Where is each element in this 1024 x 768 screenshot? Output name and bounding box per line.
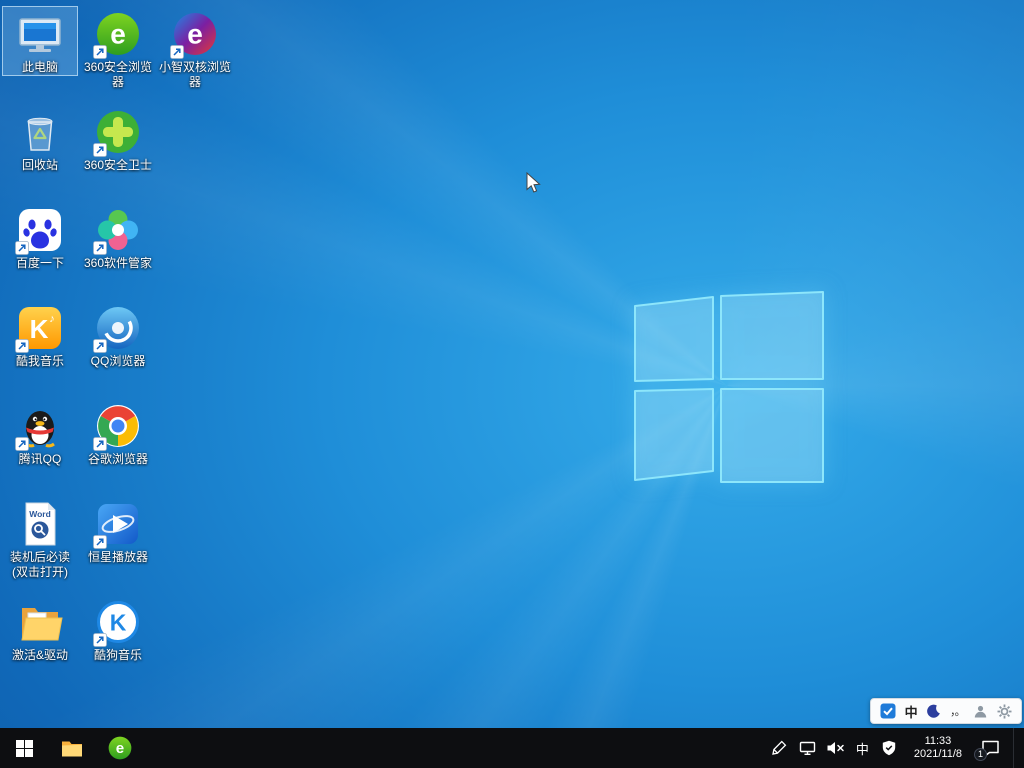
desktop-icon-label: 小智双核浏览器 [158,60,231,89]
desktop-icon-label: 回收站 [21,158,58,172]
pen-icon[interactable] [770,739,789,758]
setup-readme-icon: Word [16,500,64,548]
shortcut-arrow-icon [15,241,29,255]
desktop-icon-kuwo-music[interactable]: K ♪ 酷我音乐 [2,300,78,370]
gear-icon[interactable] [997,704,1012,719]
svg-text:e: e [187,19,203,50]
this-pc-icon [16,10,64,58]
shortcut-arrow-icon [15,437,29,451]
shortcut-arrow-icon [93,45,107,59]
desktop-icon-browser-360[interactable]: e 360安全浏览器 [80,6,156,91]
taskbar-clock[interactable]: 11:33 2021/11/8 [908,735,968,761]
desktop-icon-label: 恒星播放器 [87,550,148,564]
desktop-icon-grid: 此电脑 回收站 百度一下 K ♪ 酷我音乐 腾讯QQ Word 装机后必读(双击打开) 激活&驱动… [0,0,1024,728]
desktop-icon-label: 装机后必读(双击打开) [9,550,70,579]
person-icon[interactable] [973,704,988,719]
desktop-icon-activation-drivers[interactable]: 激活&驱动 [2,594,78,664]
zhixiao-browser-icon: e [170,10,219,59]
ime-punctuation[interactable]: ，。 [950,703,965,719]
ime-toolbar[interactable]: 中 ，。 [870,698,1022,724]
desktop-icon-this-pc[interactable]: 此电脑 [2,6,78,76]
system-tray: 中 11:33 2021/11/8 1 [770,728,1024,768]
tencent-qq-icon [15,402,64,451]
input-language-indicator[interactable]: 中 [854,739,871,758]
desktop-icon-label: 谷歌浏览器 [87,452,148,466]
desktop-icon-label: 360安全浏览器 [83,60,153,89]
desktop-icon-label: 酷狗音乐 [93,648,142,662]
desktop-icon-baidu[interactable]: 百度一下 [2,202,78,272]
desktop-icon-safeguard-360[interactable]: 360安全卫士 [80,104,156,174]
star-player-icon [93,500,142,549]
moon-icon[interactable] [926,704,941,719]
shortcut-arrow-icon [93,437,107,451]
taskbar-360-browser-button[interactable]: e [96,728,144,768]
clock-date: 2021/11/8 [913,748,962,760]
desktop-icon-kugou-music[interactable]: K 酷狗音乐 [80,594,156,664]
chrome-icon [93,402,142,451]
shortcut-arrow-icon [93,143,107,157]
desktop-icon-chrome[interactable]: 谷歌浏览器 [80,398,156,468]
desktop-icon-label: 360软件管家 [83,256,153,270]
mouse-cursor [524,171,544,194]
svg-text:K: K [30,314,49,344]
desktop-icon-recycle-bin[interactable]: 回收站 [2,104,78,174]
shortcut-arrow-icon [93,633,107,647]
activation-drivers-icon [16,598,64,646]
desktop-icon-label: 此电脑 [21,60,58,74]
shortcut-arrow-icon [93,339,107,353]
taskbar-file-explorer-button[interactable] [48,728,96,768]
desktop-icon-setup-readme[interactable]: Word 装机后必读(双击打开) [2,496,78,581]
safeguard-360-icon [93,108,142,157]
svg-text:♪: ♪ [49,313,55,325]
kuwo-music-icon: K ♪ [15,304,64,353]
recycle-bin-icon [16,108,64,156]
security-shield-icon[interactable] [880,739,899,758]
clock-time: 11:33 [924,735,952,747]
kugou-music-icon: K [93,598,142,647]
ime-language-mode[interactable]: 中 [905,702,918,721]
shortcut-arrow-icon [93,535,107,549]
desktop-icon-label: 酷我音乐 [15,354,64,368]
baidu-icon [15,206,64,255]
browser-360-icon: e [93,10,142,59]
svg-text:Word: Word [29,509,51,519]
taskbar-app-buttons: e [0,728,144,768]
desktop-icon-tencent-qq[interactable]: 腾讯QQ [2,398,78,468]
desktop-icon-software-360[interactable]: 360软件管家 [80,202,156,272]
ime-logo-icon[interactable] [880,703,896,719]
taskbar: e 中 11:33 2021/11/8 1 [0,728,1024,768]
desktop-icon-qq-browser[interactable]: QQ浏览器 [80,300,156,370]
desktop-icon-label: 百度一下 [15,256,64,270]
desktop-icon-label: 激活&驱动 [11,648,68,662]
desktop-icon-label: 360安全卫士 [83,158,153,172]
shortcut-arrow-icon [15,339,29,353]
desktop-icon-label: QQ浏览器 [90,354,146,368]
network-icon[interactable] [798,739,817,758]
software-360-icon [93,206,142,255]
desktop-icon-zhixiao-browser[interactable]: e 小智双核浏览器 [157,6,233,91]
volume-muted-icon[interactable] [826,739,845,758]
desktop-icon-star-player[interactable]: 恒星播放器 [80,496,156,566]
action-center-button[interactable]: 1 [974,735,1004,762]
show-desktop-button[interactable] [1013,728,1018,768]
svg-text:e: e [110,19,126,50]
qq-browser-icon [93,304,142,353]
start-button[interactable] [0,728,48,768]
notification-badge: 1 [974,747,987,761]
svg-text:e: e [116,740,124,757]
svg-text:K: K [110,610,127,636]
desktop-icon-label: 腾讯QQ [18,452,62,466]
shortcut-arrow-icon [170,45,184,59]
shortcut-arrow-icon [93,241,107,255]
